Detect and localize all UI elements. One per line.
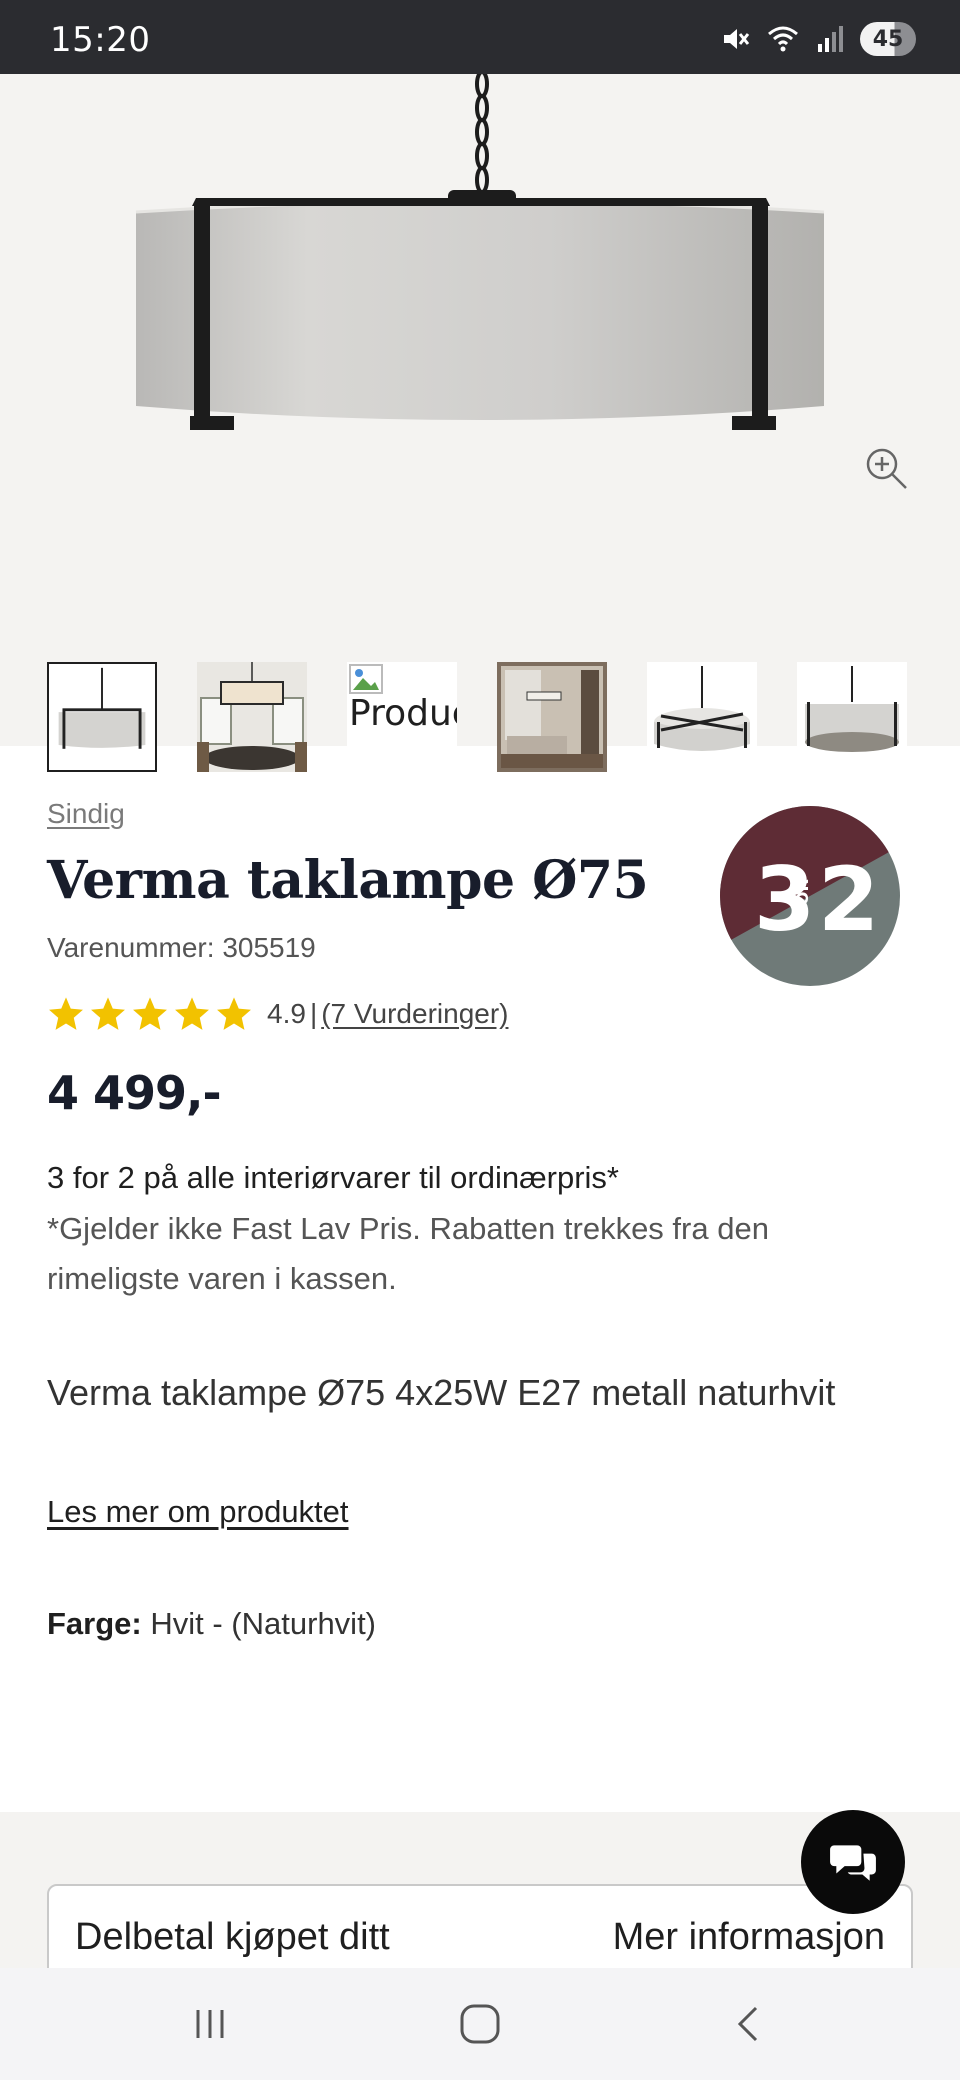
star-icon <box>133 997 167 1030</box>
reviews-link[interactable]: (7 Vurderinger) <box>321 998 508 1030</box>
chat-bubbles-icon <box>830 1845 876 1881</box>
read-more-link[interactable]: Les mer om produktet <box>47 1494 349 1530</box>
recent-apps-icon <box>196 2010 224 2038</box>
pendant-lamp-image[interactable] <box>0 74 960 594</box>
lamp-top-thumbnail[interactable] <box>647 662 757 772</box>
product-gallery: Product gallery <box>0 74 960 772</box>
product-price: 4 499,- <box>47 1066 222 1120</box>
star-icon <box>49 997 83 1030</box>
lamp-bottom-thumbnail[interactable] <box>797 662 907 772</box>
lamp-interior-thumbnail[interactable] <box>197 662 307 772</box>
back-icon <box>737 2006 758 2042</box>
status-icons: 45 <box>720 22 916 56</box>
promo-title: 3 for 2 på alle interiørvarer til ordinæ… <box>47 1160 619 1195</box>
star-icon <box>217 997 251 1030</box>
installment-label: Delbetal kjøpet ditt <box>75 1916 390 1958</box>
brand-link[interactable]: Sindig <box>47 798 125 830</box>
product-description: Verma taklampe Ø75 4x25W E27 metall natu… <box>47 1372 836 1413</box>
chat-button[interactable] <box>801 1810 905 1914</box>
rating-stars <box>47 995 253 1033</box>
status-bar: 15:20 45 <box>0 0 960 74</box>
star-icon <box>175 997 209 1030</box>
rating-value: 4.9 <box>267 998 306 1029</box>
color-value: Hvit - (Naturhvit) <box>150 1606 377 1641</box>
badge-right-number: 2 <box>818 848 879 951</box>
promo-note: *Gjelder ikke Fast Lav Pris. Rabatten tr… <box>47 1211 769 1296</box>
three-for-two-badge: 3 FOR 2 <box>720 806 900 986</box>
color-row: Farge: Hvit - (Naturhvit) <box>47 1606 376 1642</box>
living-room-thumbnail[interactable] <box>497 662 607 772</box>
home-icon <box>460 2004 500 2044</box>
home-button[interactable] <box>450 1998 510 2050</box>
thumbnail-strip: Product gallery <box>0 588 960 774</box>
battery-icon: 45 <box>860 22 916 56</box>
wifi-icon <box>768 26 798 52</box>
status-time: 15:20 <box>50 20 151 60</box>
zoom-in-icon[interactable] <box>862 444 910 492</box>
signal-icon <box>818 26 843 52</box>
more-info-link[interactable]: Mer informasjon <box>613 1916 885 1959</box>
broken-image-thumbnail[interactable]: Product gallery <box>347 662 457 772</box>
rating-separator: | <box>309 998 318 1029</box>
rating-row: 4.9 | (7 Vurderinger) <box>47 994 508 1034</box>
color-label: Farge: <box>47 1606 142 1641</box>
badge-for-label: FOR <box>793 879 812 916</box>
star-icon <box>91 997 125 1030</box>
lamp-front-thumbnail[interactable] <box>47 662 157 772</box>
recent-apps-button[interactable] <box>180 1998 240 2050</box>
mute-icon <box>724 29 750 49</box>
back-button[interactable] <box>718 1998 778 2050</box>
broken-image-icon <box>349 664 383 694</box>
system-nav-bar <box>0 1968 960 2080</box>
product-sku: Varenummer: 305519 <box>47 932 316 963</box>
product-title: Verma taklampe Ø75 <box>47 850 649 911</box>
